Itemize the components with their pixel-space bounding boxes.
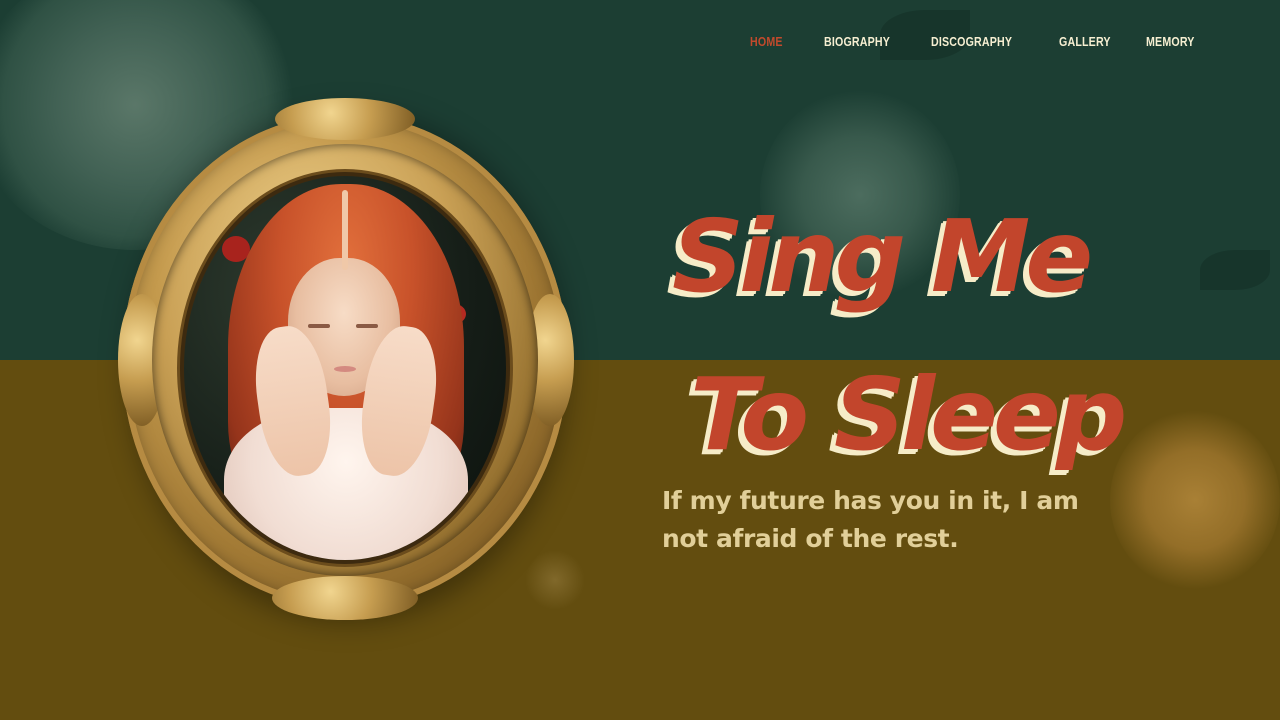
nav-item-biography[interactable]: BIOGRAPHY xyxy=(824,34,890,49)
nav-item-memory[interactable]: MEMORY xyxy=(1146,34,1195,49)
portrait-eye xyxy=(308,324,330,328)
nav-item-gallery[interactable]: GALLERY xyxy=(1059,34,1111,49)
portrait-dress xyxy=(224,408,468,560)
nav-item-discography[interactable]: DISCOGRAPHY xyxy=(931,34,1012,49)
portrait-hair-part xyxy=(342,190,348,270)
frame-ornament-top xyxy=(275,98,415,140)
hero-title: Sing Me To Sleep xyxy=(672,178,1152,494)
portrait-mouth xyxy=(334,366,356,372)
hero-title-line-1: Sing Me xyxy=(672,198,1093,315)
portrait-eye xyxy=(356,324,378,328)
hero-tagline: If my future has you in it, I am not afr… xyxy=(662,486,1079,553)
main-navigation: HOME BIOGRAPHY DISCOGRAPHY GALLERY MEMOR… xyxy=(0,34,1280,54)
portrait-image xyxy=(184,176,506,560)
nav-item-home[interactable]: HOME xyxy=(750,34,783,49)
frame-ornament-bottom xyxy=(272,576,418,620)
hero-title-line-2: To Sleep xyxy=(690,356,1127,473)
portrait-frame xyxy=(118,98,574,622)
background-leaf xyxy=(1200,250,1270,290)
